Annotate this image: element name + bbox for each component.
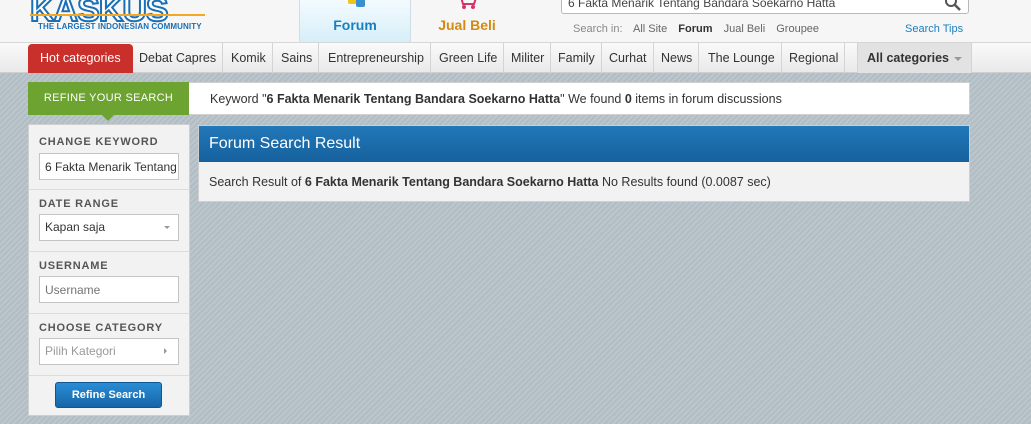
date-range-label: DATE RANGE bbox=[39, 198, 119, 210]
category-regional[interactable]: Regional bbox=[783, 43, 846, 73]
chevron-right-icon bbox=[164, 348, 167, 354]
refine-sidebar: CHANGE KEYWORD DATE RANGE Kapan saja USE… bbox=[28, 124, 190, 416]
result-title: Forum Search Result bbox=[199, 126, 969, 162]
username-label: USERNAME bbox=[39, 260, 109, 272]
divider bbox=[29, 251, 189, 252]
date-range-value: Kapan saja bbox=[45, 220, 106, 234]
category-entrepreneurship[interactable]: Entrepreneurship bbox=[322, 43, 431, 73]
category-komik[interactable]: Komik bbox=[225, 43, 273, 73]
divider bbox=[29, 313, 189, 314]
forum-search-result-panel: Forum Search Result Search Result of 6 F… bbox=[198, 125, 970, 202]
search-box bbox=[561, 0, 969, 14]
choose-category-label: CHOOSE CATEGORY bbox=[39, 322, 163, 334]
search-input[interactable] bbox=[568, 0, 938, 11]
tab-forum[interactable]: Forum bbox=[299, 0, 411, 42]
search-scope: Search in: All Site Forum Jual Beli Grou… bbox=[573, 23, 827, 35]
date-range-select[interactable]: Kapan saja bbox=[39, 214, 179, 241]
tab-jual-beli-label: Jual Beli bbox=[438, 17, 496, 33]
category-green-life[interactable]: Green Life bbox=[433, 43, 505, 73]
search-option-all-site[interactable]: All Site bbox=[633, 23, 667, 35]
keyword-field[interactable] bbox=[39, 153, 179, 180]
search-option-forum[interactable]: Forum bbox=[678, 23, 712, 35]
category-sains[interactable]: Sains bbox=[275, 43, 320, 73]
search-in-label: Search in: bbox=[573, 23, 623, 35]
keyword-text: 6 Fakta Menarik Tentang Bandara Soekarno… bbox=[266, 92, 561, 106]
category-militer[interactable]: Militer bbox=[505, 43, 552, 73]
logo-tagline: THE LARGEST INDONESIAN COMMUNITY bbox=[38, 22, 202, 31]
search-option-groupee[interactable]: Groupee bbox=[776, 23, 819, 35]
all-categories-dropdown[interactable]: All categories bbox=[857, 43, 972, 73]
category-select[interactable]: Pilih Kategori bbox=[39, 338, 179, 365]
tab-jual-beli[interactable]: Jual Beli bbox=[411, 0, 523, 42]
divider bbox=[29, 375, 189, 376]
category-curhat[interactable]: Curhat bbox=[603, 43, 654, 73]
result-keyword: 6 Fakta Menarik Tentang Bandara Soekarno… bbox=[304, 175, 599, 189]
chevron-down-icon bbox=[953, 56, 962, 61]
username-field[interactable] bbox=[39, 276, 179, 303]
refine-search-button[interactable]: Refine Search bbox=[55, 382, 162, 408]
hot-categories-button[interactable]: Hot categories bbox=[28, 44, 133, 73]
search-tips-link[interactable]: Search Tips bbox=[905, 23, 963, 35]
result-message: Search Result of 6 Fakta Menarik Tentang… bbox=[209, 175, 771, 189]
cart-icon bbox=[460, 0, 477, 9]
site-header: KASKUS THE LARGEST INDONESIAN COMMUNITY … bbox=[0, 0, 1031, 43]
chevron-down-icon bbox=[164, 226, 170, 229]
category-placeholder: Pilih Kategori bbox=[45, 344, 116, 358]
search-option-jual-beli[interactable]: Jual Beli bbox=[724, 23, 766, 35]
search-icon[interactable] bbox=[942, 0, 964, 12]
category-debat-capres[interactable]: Debat Capres bbox=[133, 43, 224, 73]
refine-your-search-title: REFINE YOUR SEARCH bbox=[28, 82, 189, 121]
result-count: 0 bbox=[624, 92, 632, 106]
category-the-lounge[interactable]: The Lounge bbox=[702, 43, 782, 73]
all-categories-label: All categories bbox=[867, 51, 949, 65]
category-bar: Hot categories Debat Capres Komik Sains … bbox=[0, 43, 1031, 73]
kaskus-logo[interactable]: KASKUS THE LARGEST INDONESIAN COMMUNITY bbox=[29, 0, 210, 34]
logo-underline bbox=[30, 14, 205, 16]
category-news[interactable]: News bbox=[655, 43, 700, 73]
divider bbox=[29, 189, 189, 190]
change-keyword-label: CHANGE KEYWORD bbox=[39, 136, 159, 148]
keyword-summary: Keyword "6 Fakta Menarik Tentang Bandara… bbox=[210, 92, 782, 106]
category-family[interactable]: Family bbox=[552, 43, 602, 73]
forum-icon bbox=[348, 0, 365, 7]
refine-bar: REFINE YOUR SEARCH Keyword "6 Fakta Mena… bbox=[28, 82, 970, 121]
tab-forum-label: Forum bbox=[333, 17, 377, 33]
